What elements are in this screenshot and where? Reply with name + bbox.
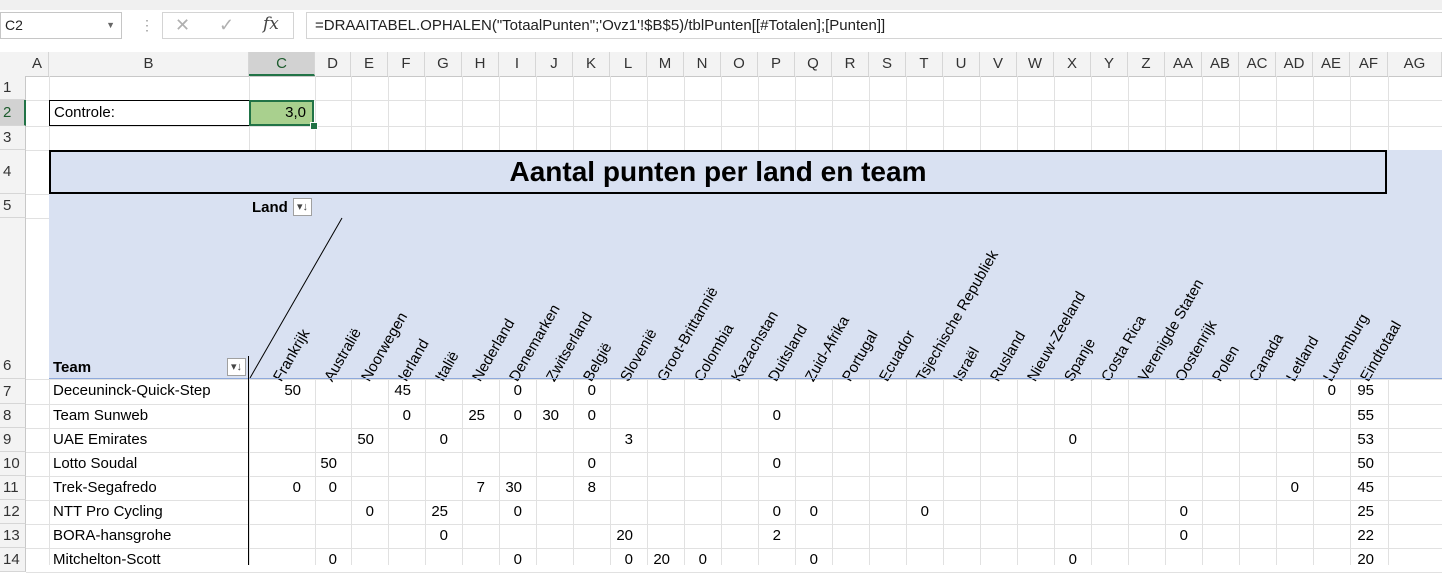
total-cell[interactable]: 55	[1350, 407, 1374, 424]
points-cell[interactable]: 0	[758, 455, 781, 472]
header-underline	[49, 378, 1442, 379]
total-cell[interactable]: 22	[1350, 527, 1374, 544]
points-cell[interactable]: 0	[499, 407, 522, 424]
points-cell[interactable]: 0	[499, 551, 522, 568]
points-cell[interactable]: 30	[499, 479, 522, 496]
points-cell[interactable]: 0	[795, 551, 818, 568]
points-cell[interactable]: 0	[758, 407, 781, 424]
team-name[interactable]: NTT Pro Cycling	[53, 503, 163, 520]
team-name[interactable]: Lotto Soudal	[53, 455, 137, 472]
points-cell[interactable]: 0	[249, 479, 301, 496]
points-cell[interactable]: 45	[388, 382, 411, 399]
points-cell[interactable]: 0	[315, 551, 337, 568]
points-cell[interactable]: 30	[536, 407, 559, 424]
team-name[interactable]: Mitchelton-Scott	[53, 551, 161, 568]
points-cell[interactable]: 0	[795, 503, 818, 520]
row-field-label: Team	[53, 359, 92, 376]
points-cell[interactable]: 0	[425, 527, 448, 544]
points-cell[interactable]: 0	[1276, 479, 1299, 496]
points-cell[interactable]: 7	[462, 479, 485, 496]
points-cell[interactable]: 50	[351, 431, 374, 448]
points-cell[interactable]: 0	[573, 455, 596, 472]
points-cell[interactable]: 0	[425, 431, 448, 448]
total-cell[interactable]: 25	[1350, 503, 1374, 520]
points-cell[interactable]: 0	[610, 551, 633, 568]
points-cell[interactable]: 0	[573, 382, 596, 399]
points-cell[interactable]: 0	[573, 407, 596, 424]
total-cell[interactable]: 20	[1350, 551, 1374, 568]
points-cell[interactable]: 0	[684, 551, 707, 568]
team-name[interactable]: Deceuninck-Quick-Step	[53, 382, 211, 399]
points-cell[interactable]: 25	[462, 407, 485, 424]
points-cell[interactable]: 50	[249, 382, 301, 399]
points-cell[interactable]: 0	[1165, 503, 1188, 520]
points-cell[interactable]: 0	[499, 503, 522, 520]
points-cell[interactable]: 0	[1313, 382, 1336, 399]
points-cell[interactable]: 0	[315, 479, 337, 496]
points-cell[interactable]: 0	[1054, 431, 1077, 448]
total-cell[interactable]: 95	[1350, 382, 1374, 399]
points-cell[interactable]: 8	[573, 479, 596, 496]
points-cell[interactable]: 0	[1165, 527, 1188, 544]
points-cell[interactable]: 0	[906, 503, 929, 520]
points-cell[interactable]: 20	[647, 551, 670, 568]
team-name[interactable]: Team Sunweb	[53, 407, 148, 424]
points-cell[interactable]: 0	[1054, 551, 1077, 568]
points-cell[interactable]: 2	[758, 527, 781, 544]
team-filter-button[interactable]: ▾↓	[227, 358, 246, 376]
team-name[interactable]: UAE Emirates	[53, 431, 147, 448]
total-cell[interactable]: 45	[1350, 479, 1374, 496]
team-name[interactable]: BORA-hansgrohe	[53, 527, 171, 544]
points-cell[interactable]: 25	[425, 503, 448, 520]
points-cell[interactable]: 3	[610, 431, 633, 448]
points-cell[interactable]: 0	[758, 503, 781, 520]
points-cell[interactable]: 0	[499, 382, 522, 399]
diagonal-divider	[249, 217, 343, 379]
points-cell[interactable]: 0	[351, 503, 374, 520]
points-cell[interactable]: 0	[388, 407, 411, 424]
total-cell[interactable]: 50	[1350, 455, 1374, 472]
points-cell[interactable]: 50	[315, 455, 337, 472]
points-cell[interactable]: 20	[610, 527, 633, 544]
team-name[interactable]: Trek-Segafredo	[53, 479, 157, 496]
total-cell[interactable]: 53	[1350, 431, 1374, 448]
